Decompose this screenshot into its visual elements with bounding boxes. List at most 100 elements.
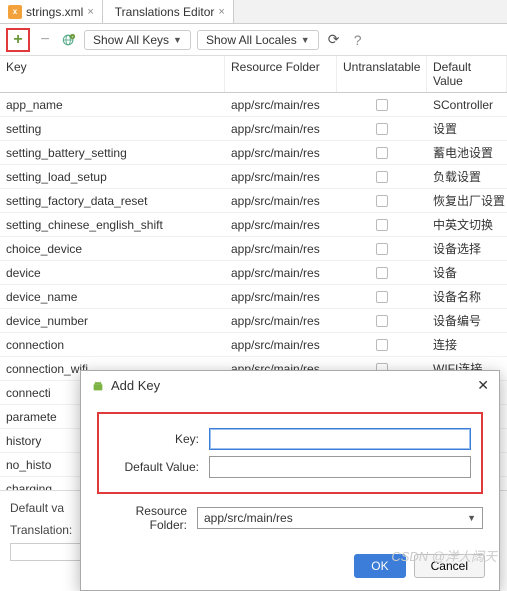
checkbox[interactable] (376, 315, 388, 327)
tab-translations-editor[interactable]: Translations Editor × (103, 0, 234, 23)
cell-folder: app/src/main/res (225, 266, 337, 280)
cell-folder: app/src/main/res (225, 170, 337, 184)
table-row[interactable]: choice_deviceapp/src/main/res 设备选择 (0, 237, 507, 261)
reload-button[interactable]: ⟳ (325, 31, 343, 49)
cell-untranslatable[interactable] (337, 147, 427, 159)
dropdown-label: Show All Keys (93, 33, 169, 47)
close-icon[interactable]: ✕ (477, 377, 489, 394)
add-key-button[interactable]: + (9, 31, 27, 49)
cell-key: device (0, 266, 225, 280)
checkbox[interactable] (376, 171, 388, 183)
chevron-down-icon: ▼ (173, 35, 182, 45)
table-row[interactable]: app_nameapp/src/main/resSController (0, 93, 507, 117)
key-input[interactable] (209, 428, 471, 450)
cell-default: 设备选择 (427, 240, 507, 257)
cell-key: device_name (0, 290, 225, 304)
table-row[interactable]: connectionapp/src/main/res 连接 (0, 333, 507, 357)
editor-tabs: x strings.xml × Translations Editor × (0, 0, 507, 24)
tab-label: strings.xml (26, 5, 83, 19)
cell-default: 蓄电池设置 (427, 144, 507, 161)
resource-folder-label: Resource Folder: (97, 504, 197, 532)
table-row[interactable]: device_numberapp/src/main/res设备编号 (0, 309, 507, 333)
cell-untranslatable[interactable] (337, 315, 427, 327)
show-keys-dropdown[interactable]: Show All Keys ▼ (84, 30, 191, 50)
checkbox[interactable] (376, 99, 388, 111)
checkbox[interactable] (376, 267, 388, 279)
cell-default: SController (427, 98, 507, 112)
checkbox[interactable] (376, 195, 388, 207)
cell-key: setting (0, 122, 225, 136)
cell-folder: app/src/main/res (225, 218, 337, 232)
table-row[interactable]: settingapp/src/main/res 设置 (0, 117, 507, 141)
remove-key-button[interactable]: − (36, 31, 54, 49)
cell-untranslatable[interactable] (337, 123, 427, 135)
cell-default: 恢复出厂设置 (427, 192, 507, 209)
cell-untranslatable[interactable] (337, 243, 427, 255)
add-key-highlight: + (6, 28, 30, 52)
cell-folder: app/src/main/res (225, 146, 337, 160)
table-row[interactable]: setting_chinese_english_shiftapp/src/mai… (0, 213, 507, 237)
cell-untranslatable[interactable] (337, 99, 427, 111)
cell-key: choice_device (0, 242, 225, 256)
cell-default: 连接 (427, 336, 507, 353)
cell-default: 设置 (427, 120, 507, 137)
show-locales-dropdown[interactable]: Show All Locales ▼ (197, 30, 319, 50)
chevron-down-icon: ▼ (467, 513, 476, 523)
table-row[interactable]: deviceapp/src/main/res设备 (0, 261, 507, 285)
cell-folder: app/src/main/res (225, 242, 337, 256)
column-default[interactable]: Default Value (427, 56, 507, 92)
dialog-titlebar: Add Key ✕ (81, 371, 499, 400)
default-value-input[interactable] (209, 456, 471, 478)
dialog-body: Key: Default Value: Resource Folder: app… (81, 400, 499, 546)
cell-untranslatable[interactable] (337, 219, 427, 231)
cell-folder: app/src/main/res (225, 338, 337, 352)
cell-key: setting_load_setup (0, 170, 225, 184)
cell-default: 负载设置 (427, 168, 507, 185)
cell-key: setting_factory_data_reset (0, 194, 225, 208)
cell-key: setting_chinese_english_shift (0, 218, 225, 232)
cell-default: 设备编号 (427, 312, 507, 329)
svg-text:+: + (71, 34, 74, 39)
cell-untranslatable[interactable] (337, 171, 427, 183)
cell-key: app_name (0, 98, 225, 112)
toolbar: + − + Show All Keys ▼ Show All Locales ▼… (0, 24, 507, 56)
table-row[interactable]: setting_battery_settingapp/src/main/res蓄… (0, 141, 507, 165)
close-icon[interactable]: × (218, 6, 224, 18)
table-row[interactable]: setting_factory_data_resetapp/src/main/r… (0, 189, 507, 213)
cell-folder: app/src/main/res (225, 290, 337, 304)
checkbox[interactable] (376, 291, 388, 303)
dropdown-label: Show All Locales (206, 33, 297, 47)
cell-untranslatable[interactable] (337, 195, 427, 207)
table-header: Key Resource Folder Untranslatable Defau… (0, 56, 507, 93)
default-value-field-label: Default Value: (109, 460, 209, 474)
tab-strings-xml[interactable]: x strings.xml × (0, 0, 103, 23)
resource-folder-select[interactable]: app/src/main/res ▼ (197, 507, 483, 529)
table-row[interactable]: setting_load_setupapp/src/main/res 负载设置 (0, 165, 507, 189)
column-key[interactable]: Key (0, 56, 225, 92)
checkbox[interactable] (376, 339, 388, 351)
cell-key: connection (0, 338, 225, 352)
cell-default: 设备名称 (427, 288, 507, 305)
chevron-down-icon: ▼ (301, 35, 310, 45)
ok-button[interactable]: OK (354, 554, 405, 578)
column-untranslatable[interactable]: Untranslatable (337, 56, 427, 92)
add-locale-button[interactable]: + (60, 31, 78, 49)
checkbox[interactable] (376, 219, 388, 231)
cell-folder: app/src/main/res (225, 194, 337, 208)
cell-folder: app/src/main/res (225, 122, 337, 136)
cancel-button[interactable]: Cancel (414, 554, 485, 578)
dialog-buttons: OK Cancel (81, 546, 499, 590)
help-button[interactable]: ? (349, 31, 367, 49)
checkbox[interactable] (376, 147, 388, 159)
android-icon (91, 379, 105, 393)
select-value: app/src/main/res (204, 511, 293, 525)
table-row[interactable]: device_nameapp/src/main/res 设备名称 (0, 285, 507, 309)
form-highlight: Key: Default Value: (97, 412, 483, 494)
cell-untranslatable[interactable] (337, 339, 427, 351)
cell-untranslatable[interactable] (337, 267, 427, 279)
checkbox[interactable] (376, 243, 388, 255)
column-folder[interactable]: Resource Folder (225, 56, 337, 92)
cell-untranslatable[interactable] (337, 291, 427, 303)
checkbox[interactable] (376, 123, 388, 135)
close-icon[interactable]: × (87, 6, 93, 18)
